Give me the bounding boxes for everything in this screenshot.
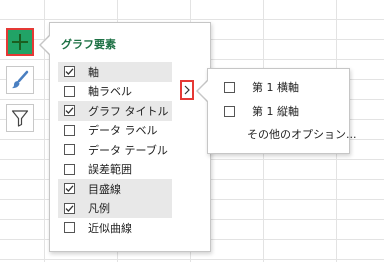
element-item-gridlines[interactable]: 目盛線 [58,179,172,199]
checkmark-icon [65,185,74,193]
checkbox[interactable] [224,81,235,93]
element-label: データ テーブル [88,143,168,157]
filter-icon [11,110,29,127]
element-label: グラフ タイトル [88,104,169,118]
axes-expand-button[interactable] [180,80,194,100]
element-label: 軸 [88,65,99,79]
element-item-error-bars[interactable]: 誤差範囲 [58,160,172,180]
element-item-chart-title[interactable]: グラフ タイトル [58,101,172,121]
element-item-trendline[interactable]: 近似曲線 [58,218,172,238]
chart-elements-panel: グラフ要素 軸 軸ラベル グラフ タイトル データ ラベル データ テーブル 誤… [49,22,211,252]
element-label: 誤差範囲 [88,163,132,177]
submenu-pointer-fill [198,81,208,101]
submenu-label: 第 1 縦軸 [252,105,299,118]
checkbox[interactable] [64,85,75,97]
panel-title: グラフ要素 [61,38,116,51]
checkmark-icon [65,205,74,212]
checkbox-checked[interactable] [64,202,75,214]
element-item-legend[interactable]: 凡例 [58,198,172,218]
chart-elements-button[interactable] [6,28,34,56]
panel-pointer-fill [41,35,51,55]
chevron-right-icon [184,85,190,95]
element-label: データ ラベル [88,124,158,138]
element-item-axis-titles[interactable]: 軸ラベル [58,82,172,102]
submenu-item-primary-horizontal[interactable]: 第 1 横軸 [224,79,299,95]
element-label: 近似曲線 [88,221,132,235]
checkmark-icon [65,68,74,76]
element-label: 凡例 [88,202,110,216]
element-item-data-table[interactable]: データ テーブル [58,140,172,160]
checkbox[interactable] [224,105,235,117]
checkbox[interactable] [64,144,75,156]
plus-icon [12,34,28,50]
chart-filters-button[interactable] [6,104,34,132]
checkbox[interactable] [64,163,75,175]
paintbrush-icon [12,70,29,89]
element-label: 目盛線 [88,182,121,196]
checkbox[interactable] [64,222,75,234]
more-options-link[interactable]: その他のオプション... [247,126,357,142]
checkbox-checked[interactable] [64,183,75,195]
submenu-label: 第 1 横軸 [252,81,299,94]
checkbox-checked[interactable] [64,66,75,78]
checkbox[interactable] [64,124,75,136]
axes-submenu: 第 1 横軸 第 1 縦軸 その他のオプション... [207,68,357,154]
checkmark-icon [65,107,74,115]
submenu-item-primary-vertical[interactable]: 第 1 縦軸 [224,103,299,119]
element-item-axes[interactable]: 軸 [58,62,172,82]
element-item-data-labels[interactable]: データ ラベル [58,121,172,141]
chart-styles-button[interactable] [6,66,34,94]
element-label: 軸ラベル [88,85,132,99]
chart-elements-list: 軸 軸ラベル グラフ タイトル データ ラベル データ テーブル 誤差範囲 目盛… [58,62,172,238]
checkbox-checked[interactable] [64,105,75,117]
